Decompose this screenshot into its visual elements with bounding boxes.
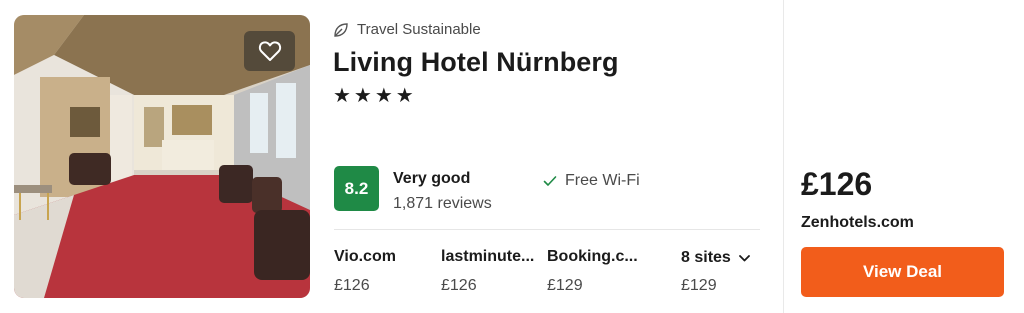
site-offer-lastminute[interactable]: lastminute... £126 bbox=[441, 248, 541, 295]
more-sites-label: 8 sites bbox=[681, 249, 731, 266]
amenity-wifi: Free Wi-Fi bbox=[543, 172, 640, 190]
rating-score-badge: 8.2 bbox=[334, 166, 379, 211]
amenity-label: Free Wi-Fi bbox=[565, 172, 640, 189]
star-rating: ★★★★ bbox=[333, 83, 417, 107]
site-offer-booking[interactable]: Booking.c... £129 bbox=[547, 248, 647, 295]
site-name: Vio.com bbox=[334, 248, 396, 265]
more-sites-price: £129 bbox=[681, 277, 717, 294]
deal-provider: Zenhotels.com bbox=[801, 214, 914, 231]
hotel-name[interactable]: Living Hotel Nürnberg bbox=[333, 47, 619, 78]
rating-label: Very good bbox=[393, 170, 471, 187]
view-deal-button[interactable]: View Deal bbox=[801, 247, 1004, 297]
column-divider bbox=[783, 0, 784, 313]
site-offer-vio[interactable]: Vio.com £126 bbox=[334, 248, 434, 295]
hotel-result-card[interactable]: Travel Sustainable Living Hotel Nürnberg… bbox=[0, 0, 1024, 313]
favorite-button[interactable] bbox=[244, 31, 295, 71]
deal-price: £126 bbox=[801, 166, 873, 202]
sustainability-label: Travel Sustainable bbox=[357, 21, 481, 38]
more-sites-dropdown[interactable]: 8 sites £129 bbox=[681, 249, 750, 295]
review-count[interactable]: 1,871 reviews bbox=[393, 195, 492, 213]
check-icon bbox=[543, 176, 557, 186]
divider bbox=[334, 229, 760, 230]
travel-sustainable-badge: Travel Sustainable bbox=[333, 21, 481, 38]
site-name: Booking.c... bbox=[547, 248, 638, 265]
site-price: £126 bbox=[334, 277, 370, 294]
site-price: £129 bbox=[547, 277, 583, 294]
leaf-icon bbox=[334, 22, 348, 37]
site-name: lastminute... bbox=[441, 248, 535, 265]
chevron-down-icon bbox=[738, 254, 750, 261]
heart-icon bbox=[258, 41, 281, 61]
site-price: £126 bbox=[441, 277, 477, 294]
